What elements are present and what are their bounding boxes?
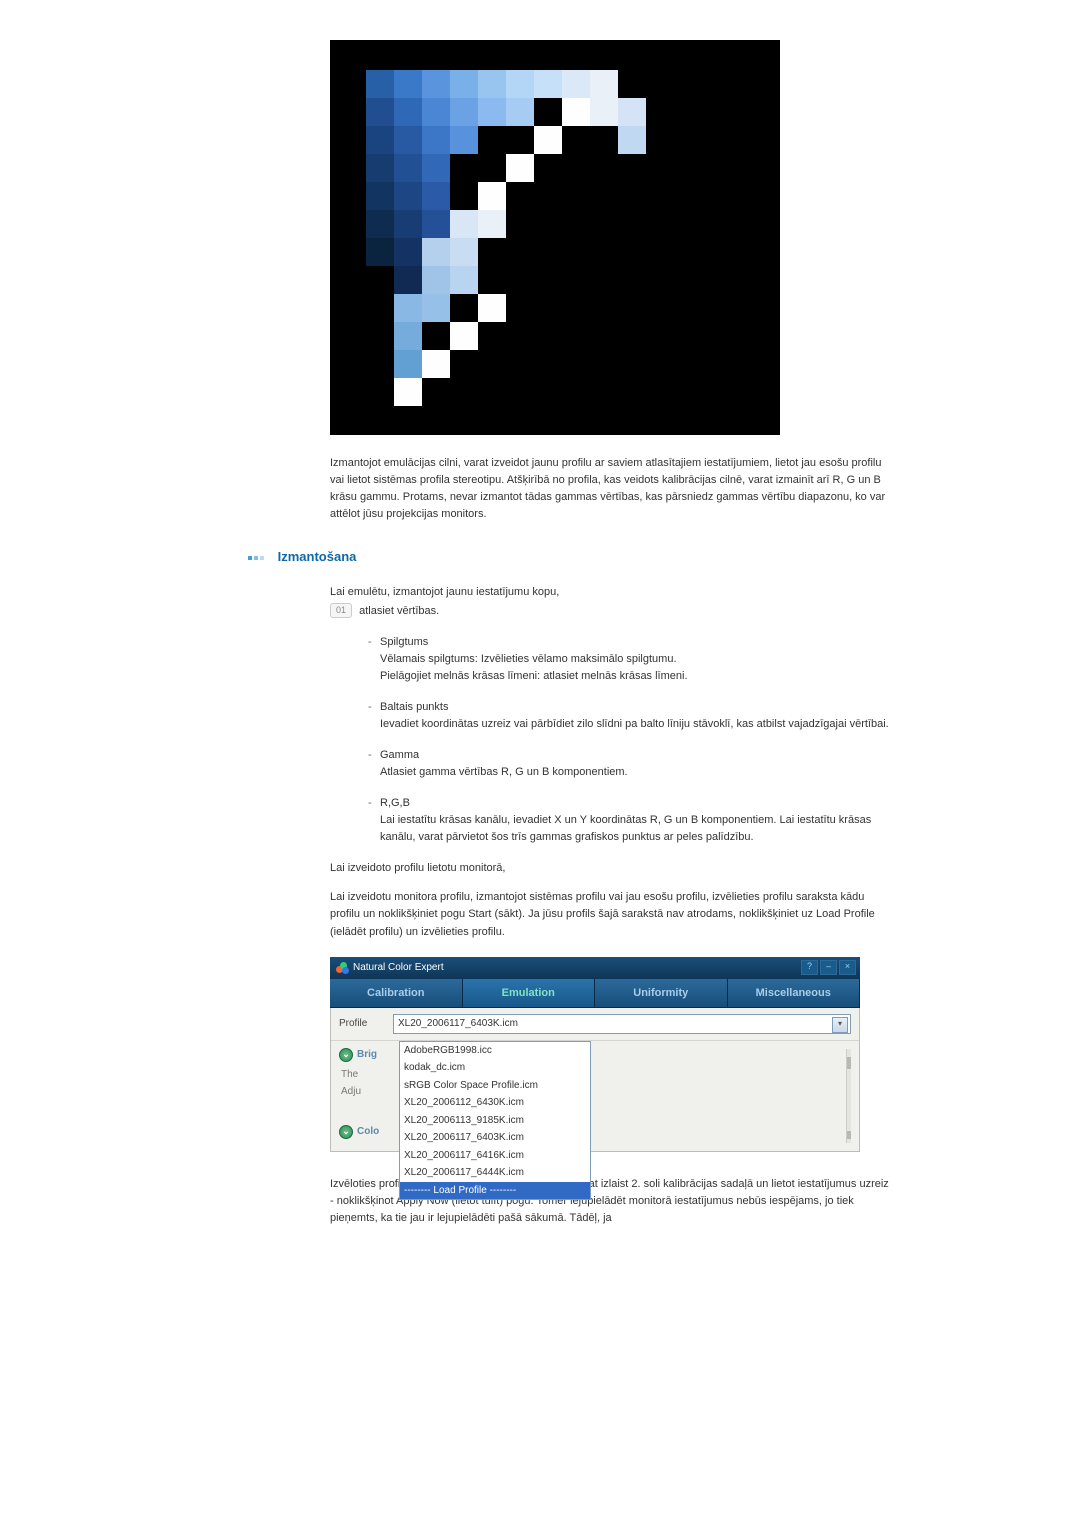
titlebar: Natural Color Expert ? – × [330,957,860,979]
dropdown-option[interactable]: sRGB Color Space Profile.icm [400,1077,590,1095]
list-item: - Baltais punkts Ievadiet koordinātas uz… [368,699,890,733]
color-section-toggle[interactable]: ⌄ Colo [339,1124,399,1140]
list-item: - R,G,B Lai iestatītu krāsas kanālu, iev… [368,795,890,846]
section-title: Izmantošana [278,549,357,564]
dropdown-option[interactable]: XL20_2006112_6430K.icm [400,1094,590,1112]
step-text: atlasiet vērtības. [359,605,439,617]
profile-dropdown-list[interactable]: AdobeRGB1998.icc kodak_dc.icm sRGB Color… [399,1041,591,1201]
brightness-section-toggle[interactable]: ⌄ Brig [339,1047,399,1063]
dropdown-option[interactable]: XL20_2006117_6403K.icm [400,1129,590,1147]
step-badge: 01 [330,603,352,618]
post-body: Lai izveidotu monitora profilu, izmantoj… [330,889,890,940]
help-button[interactable]: ? [801,960,818,975]
profile-select[interactable]: XL20_2006117_6403K.icm ▾ [393,1014,851,1034]
dropdown-option[interactable]: kodak_dc.icm [400,1059,590,1077]
intro-paragraph: Izmantojot emulācijas cilni, varat izvei… [330,455,890,523]
list-item-body: Lai iestatītu krāsas kanālu, ievadiet X … [380,814,871,843]
expand-icon: ⌄ [339,1125,353,1139]
post-heading: Lai izveidoto profilu lietotu monitorā, [330,860,890,877]
tab-bar: Calibration Emulation Uniformity Miscell… [330,979,860,1008]
dropdown-option[interactable]: XL20_2006117_6416K.icm [400,1147,590,1165]
scrollbar[interactable] [846,1049,851,1143]
list-item-title: Baltais punkts [380,699,890,716]
side-text: Adju [339,1084,399,1100]
profile-selected: XL20_2006117_6403K.icm [398,1016,518,1032]
list-item-title: Spilgtums [380,634,890,651]
list-item-body: Atlasiet gamma vērtības R, G un B kompon… [380,766,628,778]
section-header: Izmantošana [248,543,890,574]
list-item-body: Ievadiet koordinātas uzreiz vai pārbīdie… [380,718,889,730]
scroll-thumb[interactable] [847,1131,851,1139]
side-text: The [339,1067,399,1083]
chevron-down-icon[interactable]: ▾ [832,1017,848,1033]
tab-uniformity[interactable]: Uniformity [595,979,728,1007]
tab-calibration[interactable]: Calibration [330,979,463,1007]
dropdown-option[interactable]: XL20_2006117_6444K.icm [400,1164,590,1182]
app-title: Natural Color Expert [353,957,444,979]
app-icon [336,962,348,974]
list-item: - Spilgtums Vēlamais spilgtums: Izvēliet… [368,634,890,685]
tab-emulation[interactable]: Emulation [463,979,596,1007]
list-item: - Gamma Atlasiet gamma vērtības R, G un … [368,747,890,781]
close-button[interactable]: × [839,960,856,975]
profile-label: Profile [339,1016,393,1032]
expand-icon: ⌄ [339,1048,353,1062]
step-intro: Lai emulētu, izmantojot jaunu iestatījum… [330,584,890,601]
emulation-preview-image [330,40,780,435]
tab-miscellaneous[interactable]: Miscellaneous [728,979,861,1007]
dropdown-option[interactable]: AdobeRGB1998.icc [400,1042,590,1060]
app-window: Natural Color Expert ? – × Calibration E… [330,957,860,1152]
dropdown-option-load-profile[interactable]: -------- Load Profile -------- [400,1182,590,1200]
dropdown-option[interactable]: XL20_2006113_9185K.icm [400,1112,590,1130]
section-bullets-icon [248,548,266,568]
list-item-body: Vēlamais spilgtums: Izvēlieties vēlamo m… [380,653,688,682]
list-item-title: R,G,B [380,795,890,812]
scroll-thumb[interactable] [847,1057,851,1069]
minimize-button[interactable]: – [820,960,837,975]
value-list: - Spilgtums Vēlamais spilgtums: Izvēliet… [368,634,890,846]
list-item-title: Gamma [380,747,890,764]
